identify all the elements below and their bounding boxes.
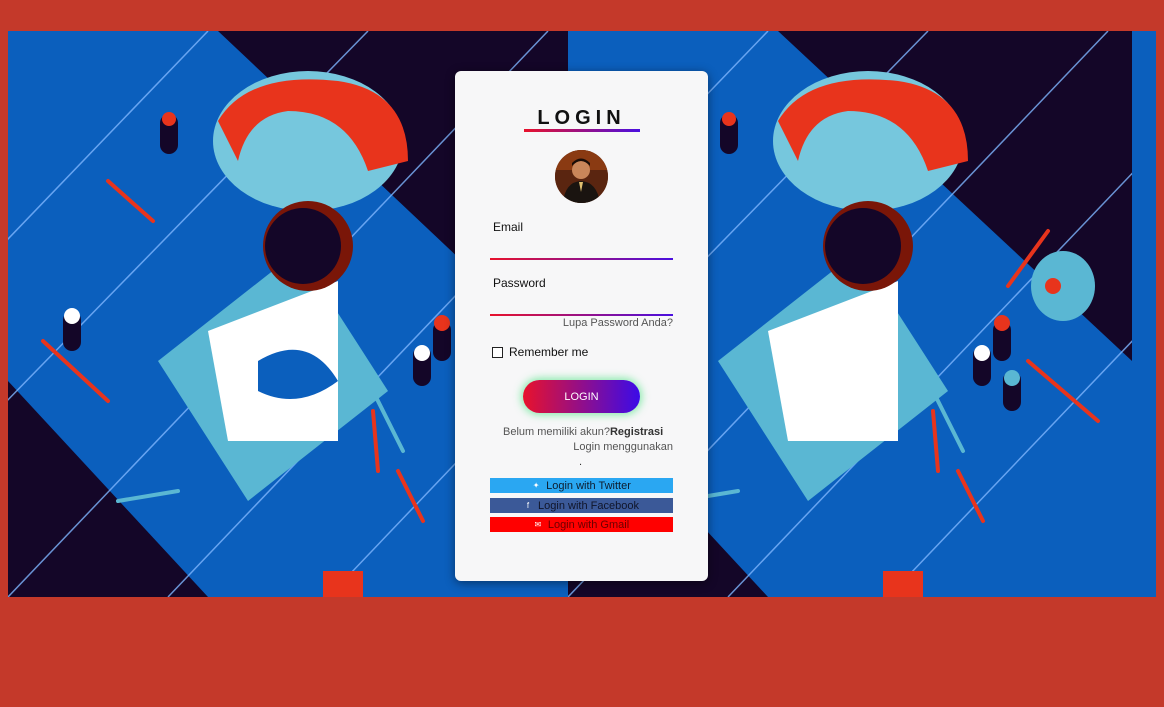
gmail-label: Login with Gmail xyxy=(547,518,630,531)
no-account-text: Belum memiliki akun? xyxy=(503,426,610,438)
login-title: LOGIN xyxy=(537,107,626,129)
mail-icon: ✉ xyxy=(534,520,542,529)
login-card: LOGIN Email Password Lupa Password Anda?… xyxy=(455,71,708,581)
facebook-icon: f xyxy=(526,501,530,510)
login-with-facebook-button[interactable]: f Login with Facebook xyxy=(490,498,673,513)
title-underline xyxy=(524,129,640,132)
login-using-text: Login menggunakan xyxy=(573,441,673,453)
facebook-label: Login with Facebook xyxy=(538,499,639,512)
password-underline xyxy=(490,314,673,316)
email-underline xyxy=(490,258,673,260)
twitter-label: Login with Twitter xyxy=(546,479,631,492)
email-label: Email xyxy=(493,220,524,234)
twitter-icon: ✦ xyxy=(532,481,540,490)
remember-me-label: Remember me xyxy=(509,345,589,359)
password-label: Password xyxy=(493,276,546,290)
register-link[interactable]: Registrasi xyxy=(610,426,663,438)
user-photo-icon xyxy=(555,150,608,203)
login-button[interactable]: LOGIN xyxy=(523,380,640,413)
forgot-password-link[interactable]: Lupa Password Anda? xyxy=(563,317,673,329)
remember-me-checkbox[interactable] xyxy=(492,346,503,358)
password-input[interactable] xyxy=(490,291,673,313)
email-input[interactable] xyxy=(490,235,673,257)
remember-me-option[interactable]: Remember me xyxy=(492,345,588,359)
separator-dot: . xyxy=(579,456,583,468)
login-with-twitter-button[interactable]: ✦ Login with Twitter xyxy=(490,478,673,493)
register-prompt: Belum memiliki akun?Registrasi xyxy=(503,426,663,438)
avatar xyxy=(555,150,608,203)
login-with-gmail-button[interactable]: ✉ Login with Gmail xyxy=(490,517,673,532)
